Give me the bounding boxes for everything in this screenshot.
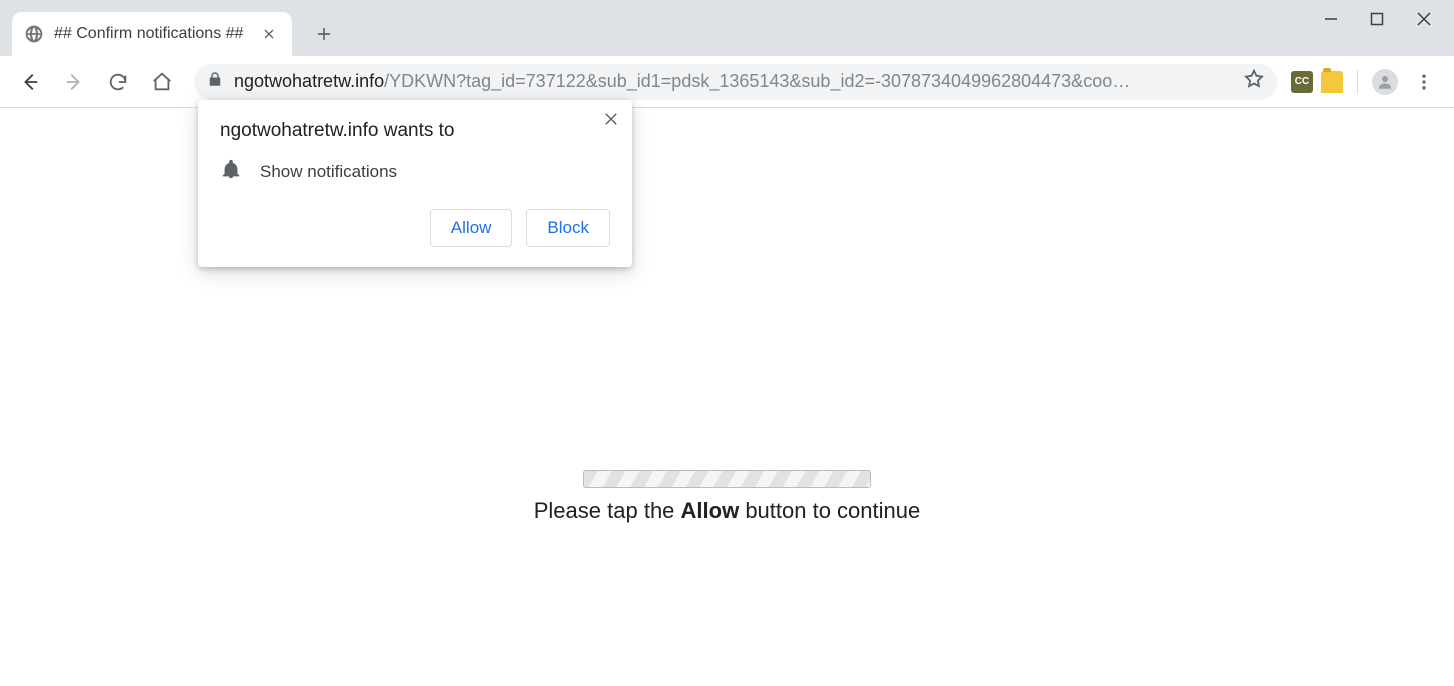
tab-close-icon[interactable] bbox=[260, 25, 278, 43]
permission-block-button[interactable]: Block bbox=[526, 209, 610, 247]
permission-close-icon[interactable] bbox=[602, 110, 620, 133]
browser-titlebar: ## Confirm notifications ## bbox=[0, 0, 1454, 56]
forward-button bbox=[56, 64, 92, 100]
window-controls bbox=[1324, 11, 1454, 56]
new-tab-button[interactable] bbox=[308, 18, 340, 50]
page-message-post: button to continue bbox=[739, 498, 920, 523]
bookmark-star-icon[interactable] bbox=[1243, 68, 1265, 95]
address-text: ngotwohatretw.info/YDKWN?tag_id=737122&s… bbox=[234, 71, 1233, 92]
tab-title: ## Confirm notifications ## bbox=[54, 25, 250, 43]
extension-folder-icon[interactable] bbox=[1321, 71, 1343, 93]
page-message-bold: Allow bbox=[681, 498, 740, 523]
address-domain: ngotwohatretw.info bbox=[234, 71, 384, 91]
window-close-button[interactable] bbox=[1416, 11, 1432, 32]
window-maximize-button[interactable] bbox=[1370, 12, 1384, 31]
lock-icon[interactable] bbox=[206, 70, 224, 93]
notification-permission-popup: ngotwohatretw.info wants to Show notific… bbox=[198, 100, 632, 267]
page-message-pre: Please tap the bbox=[534, 498, 681, 523]
address-path: /YDKWN?tag_id=737122&sub_id1=pdsk_136514… bbox=[384, 71, 1130, 91]
toolbar-divider bbox=[1357, 70, 1358, 94]
permission-title: ngotwohatretw.info wants to bbox=[220, 120, 610, 142]
page-message: Please tap the Allow button to continue bbox=[534, 498, 920, 524]
extension-cc-icon[interactable]: CC bbox=[1291, 71, 1313, 93]
bell-icon bbox=[220, 158, 242, 185]
fake-progress-bar bbox=[583, 470, 871, 488]
window-minimize-button[interactable] bbox=[1324, 12, 1338, 31]
permission-allow-button[interactable]: Allow bbox=[430, 209, 513, 247]
back-button[interactable] bbox=[12, 64, 48, 100]
permission-item-text: Show notifications bbox=[260, 162, 397, 182]
address-bar[interactable]: ngotwohatretw.info/YDKWN?tag_id=737122&s… bbox=[194, 64, 1277, 100]
browser-menu-button[interactable] bbox=[1406, 64, 1442, 100]
reload-button[interactable] bbox=[100, 64, 136, 100]
permission-row: Show notifications bbox=[220, 158, 610, 185]
browser-tab[interactable]: ## Confirm notifications ## bbox=[12, 12, 292, 56]
profile-avatar-icon[interactable] bbox=[1372, 69, 1398, 95]
home-button[interactable] bbox=[144, 64, 180, 100]
globe-icon bbox=[24, 24, 44, 44]
